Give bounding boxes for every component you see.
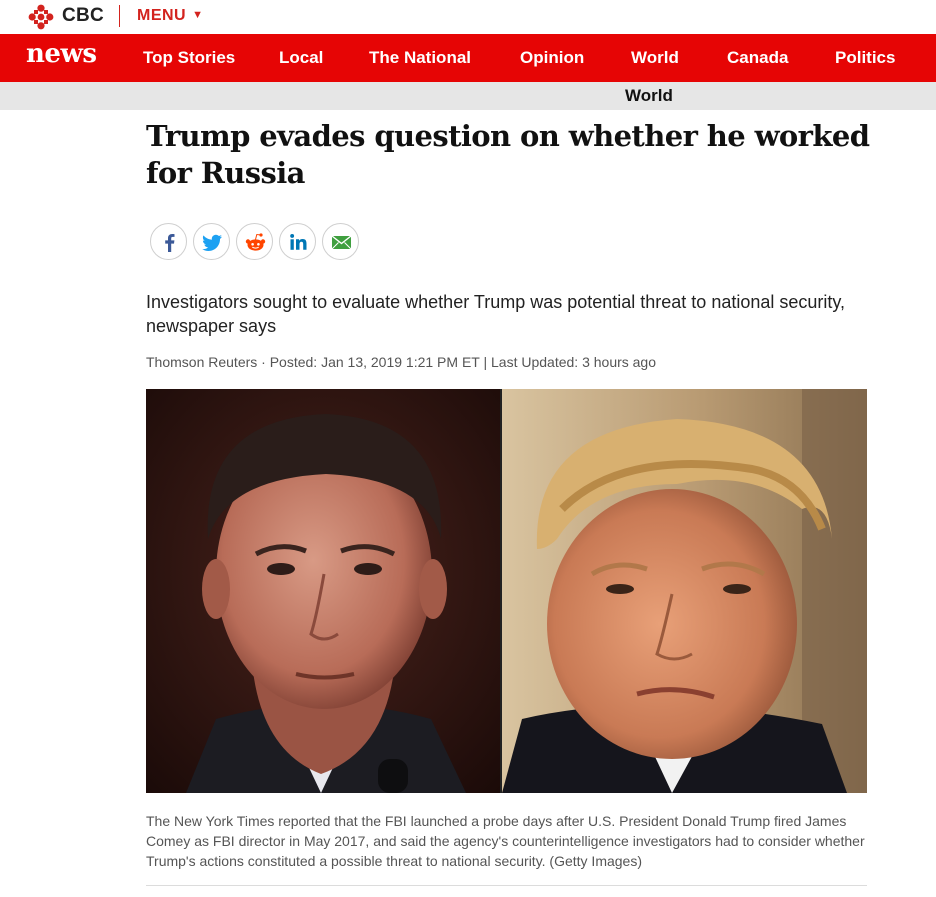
- cbc-wordmark[interactable]: CBC: [62, 5, 104, 27]
- divider-rule: [146, 885, 867, 886]
- topbar-divider: [119, 5, 120, 27]
- nav-item-local[interactable]: Local: [279, 48, 323, 68]
- article-deck: Investigators sought to evaluate whether…: [146, 292, 846, 336]
- main-nav: news Top Stories Local The National Opin…: [0, 34, 936, 82]
- section-label[interactable]: World: [625, 86, 673, 106]
- linkedin-icon: [290, 233, 307, 250]
- menu-label: MENU: [137, 7, 187, 24]
- news-logo[interactable]: news: [26, 39, 97, 69]
- facebook-icon: [165, 234, 175, 252]
- section-bar: World: [0, 82, 936, 110]
- chevron-down-icon: ▼: [192, 9, 204, 21]
- share-reddit-button[interactable]: [236, 223, 273, 260]
- reddit-icon: [245, 233, 266, 251]
- article-headline: Trump evades question on whether he work…: [146, 119, 870, 190]
- twitter-icon: [202, 234, 222, 251]
- cbc-gem-logo-icon[interactable]: [28, 4, 54, 30]
- photo-caption: The New York Times reported that the FBI…: [146, 813, 865, 869]
- article-photo[interactable]: [146, 389, 867, 793]
- trump-portrait-image: [502, 389, 867, 793]
- top-bar: CBC MENU ▼: [0, 0, 936, 34]
- nav-item-world[interactable]: World: [631, 48, 679, 68]
- comey-portrait-image: [146, 389, 500, 793]
- nav-item-opinion[interactable]: Opinion: [520, 48, 584, 68]
- nav-item-politics[interactable]: Politics: [835, 48, 895, 68]
- share-email-button[interactable]: [322, 223, 359, 260]
- nav-item-top-stories[interactable]: Top Stories: [143, 48, 235, 68]
- menu-button[interactable]: MENU ▼: [137, 7, 204, 25]
- share-facebook-button[interactable]: [150, 223, 187, 260]
- share-twitter-button[interactable]: [193, 223, 230, 260]
- share-linkedin-button[interactable]: [279, 223, 316, 260]
- email-icon: [331, 235, 352, 250]
- nav-item-canada[interactable]: Canada: [727, 48, 788, 68]
- nav-item-the-national[interactable]: The National: [369, 48, 471, 68]
- article-byline: Thomson Reuters · Posted: Jan 13, 2019 1…: [146, 354, 657, 370]
